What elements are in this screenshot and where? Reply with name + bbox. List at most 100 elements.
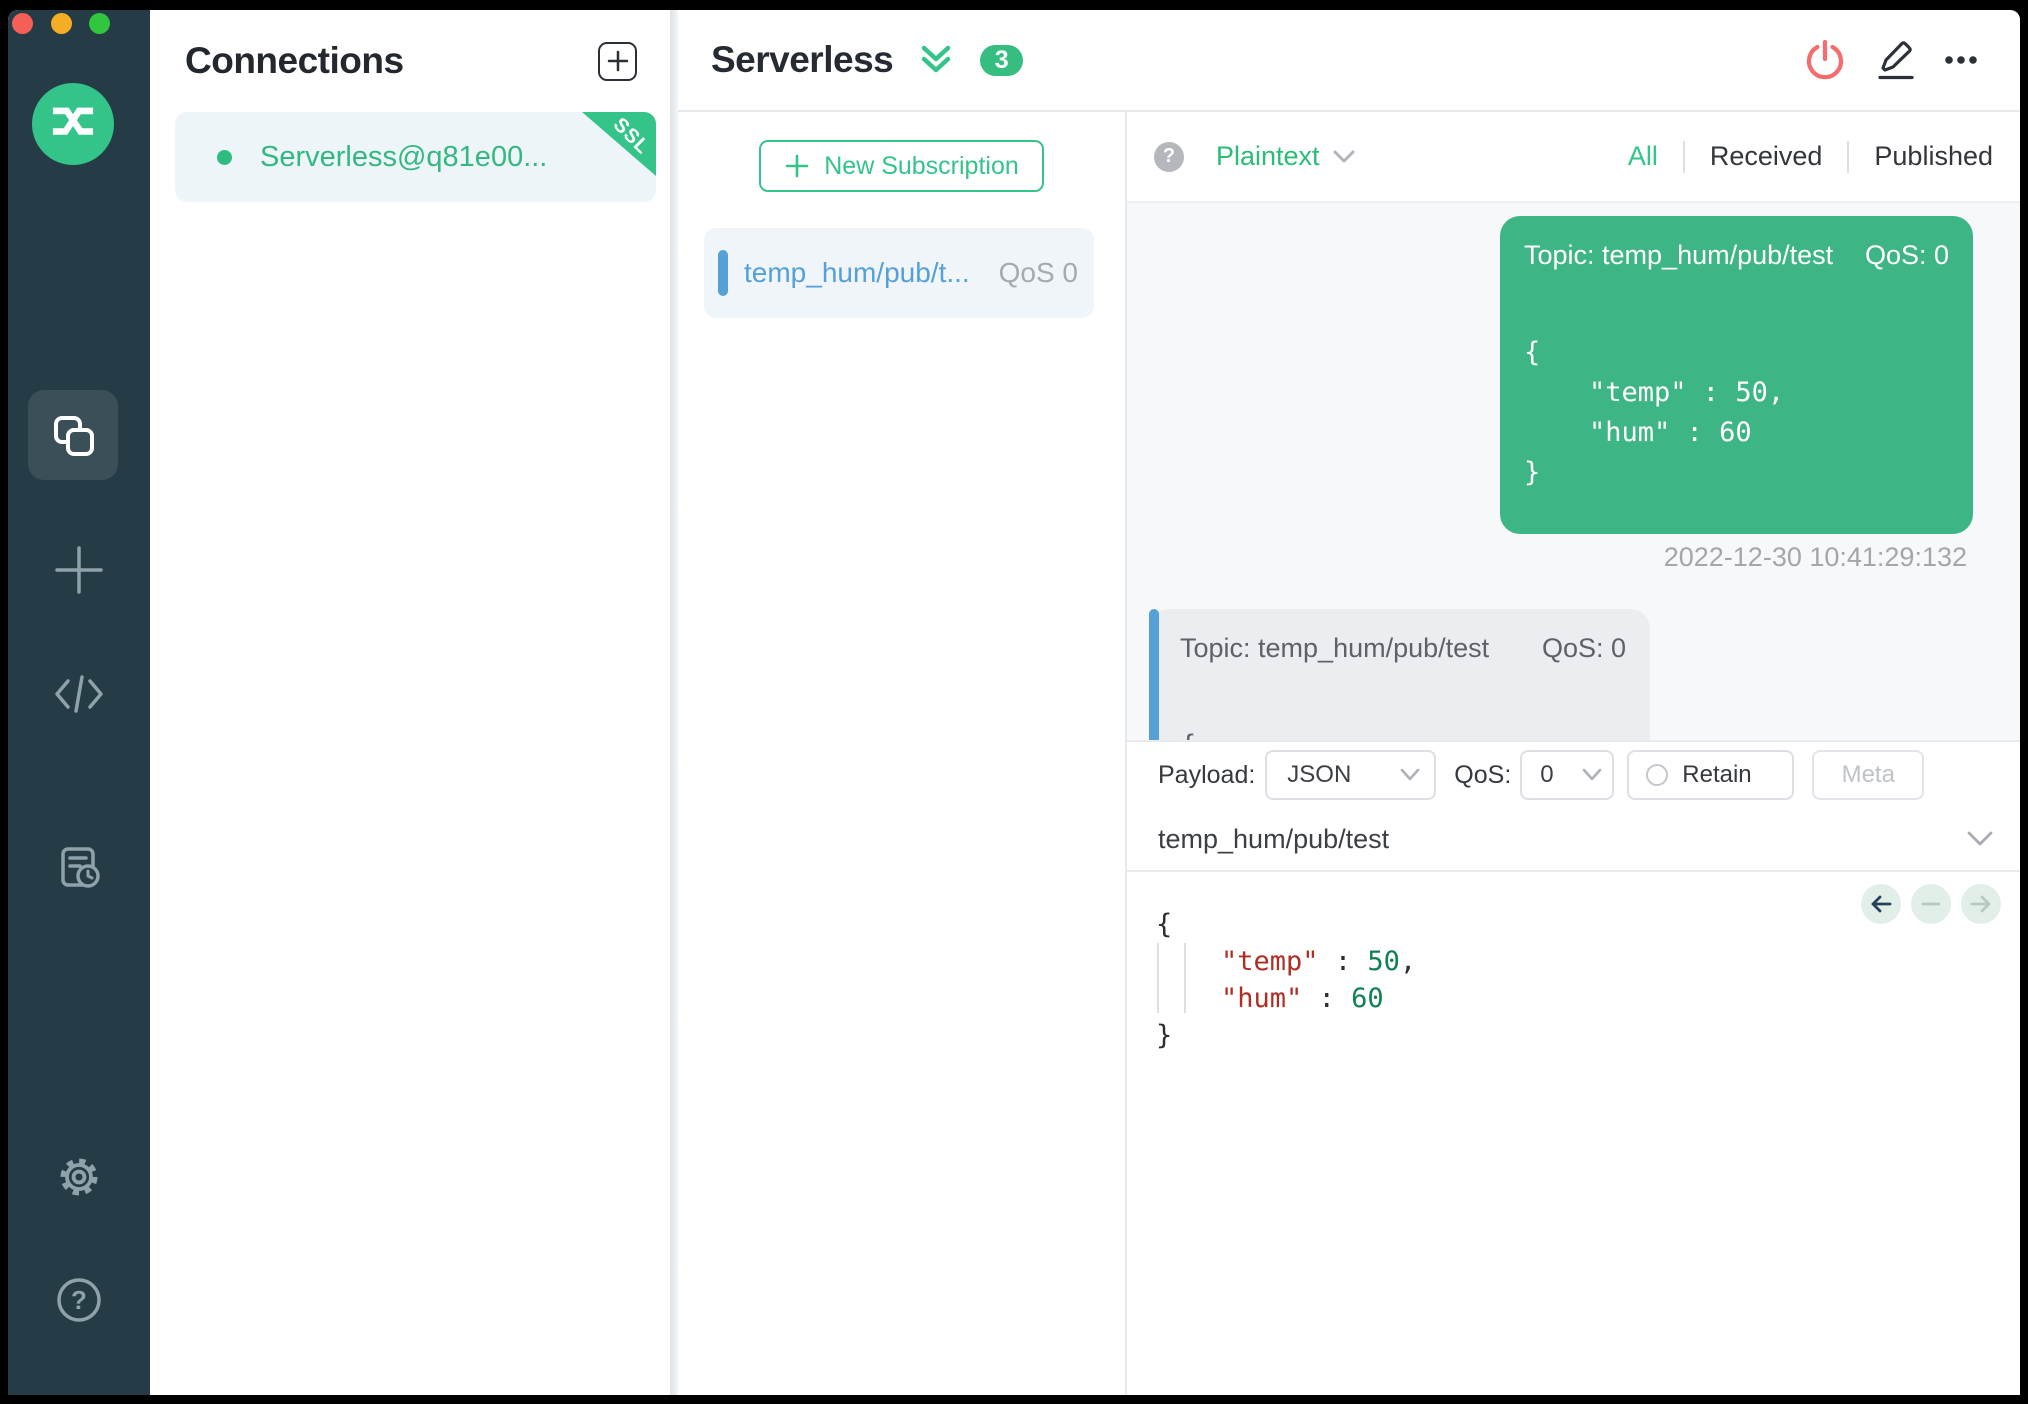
chevron-down-icon bbox=[1400, 768, 1420, 782]
message-format-value: Plaintext bbox=[1216, 141, 1320, 171]
add-connection-button[interactable] bbox=[598, 41, 637, 81]
publish-topic-row: temp_hum/pub/test bbox=[1127, 808, 2020, 872]
retain-radio[interactable] bbox=[1646, 764, 1669, 786]
code-line: "hum" : 60 bbox=[1221, 982, 1384, 1014]
code-icon bbox=[55, 675, 103, 713]
mqttx-logo bbox=[32, 83, 114, 165]
sidebar-help-button[interactable]: ? bbox=[8, 1276, 150, 1324]
connections-header: Connections bbox=[150, 10, 670, 112]
sidebar-settings-button[interactable] bbox=[8, 1153, 150, 1201]
new-subscription-label: New Subscription bbox=[824, 151, 1019, 180]
payload-format-select[interactable]: JSON bbox=[1265, 750, 1437, 800]
main-panel: Serverless 3 New Subscription temp_hum/p… bbox=[678, 10, 2020, 1395]
editor-code: { "temp" : 50, "hum" : 60 } bbox=[1156, 906, 1416, 1054]
sidebar-script-button[interactable] bbox=[8, 669, 150, 719]
editor-history-buttons bbox=[1861, 883, 2001, 924]
json-value: 50 bbox=[1367, 945, 1400, 977]
subscription-topic: temp_hum/pub/t... bbox=[744, 257, 970, 288]
tab-published[interactable]: Published bbox=[1874, 141, 1993, 172]
chevron-down-icon bbox=[1333, 150, 1355, 162]
connection-name: Serverless@q81e00... bbox=[260, 140, 548, 173]
mqttx-logo-glyph bbox=[52, 107, 94, 135]
header-actions bbox=[1802, 37, 1984, 83]
collapse-chevron-icon[interactable] bbox=[918, 44, 954, 76]
plus-icon bbox=[55, 546, 103, 594]
topic-chevron-icon[interactable] bbox=[1966, 830, 1994, 848]
json-key: "temp" bbox=[1221, 945, 1319, 977]
gear-icon bbox=[60, 1158, 98, 1196]
message-topic: Topic: temp_hum/pub/test bbox=[1180, 633, 1490, 663]
ellipsis-icon bbox=[1945, 56, 1977, 64]
disconnect-button[interactable] bbox=[1802, 37, 1848, 83]
panel-divider bbox=[670, 10, 678, 1395]
main-body: New Subscription temp_hum/pub/t... QoS 0… bbox=[678, 112, 2020, 1395]
message-filter-tabs: All Received Published bbox=[1628, 140, 1993, 173]
power-icon bbox=[1806, 39, 1844, 80]
code-line: "temp" : 50, bbox=[1221, 945, 1417, 977]
message-qos: QoS: 0 bbox=[1864, 240, 1949, 270]
connections-icon bbox=[54, 416, 94, 456]
sidebar-log-button[interactable] bbox=[8, 844, 150, 892]
code-line: { bbox=[1156, 908, 1173, 940]
message-header: Topic: temp_hum/pub/test QoS: 0 bbox=[1524, 240, 1949, 271]
published-message-bubble: Topic: temp_hum/pub/test QoS: 0 { "temp"… bbox=[1500, 216, 1973, 534]
payload-editor[interactable]: { "temp" : 50, "hum" : 60 } bbox=[1127, 871, 2020, 1395]
chevron-down-icon bbox=[1582, 768, 1602, 782]
history-forward-button[interactable] bbox=[1961, 883, 2001, 924]
subscription-item[interactable]: temp_hum/pub/t... QoS 0 bbox=[704, 228, 1094, 318]
json-key: "hum" bbox=[1221, 982, 1303, 1014]
retain-toggle[interactable]: Retain bbox=[1627, 750, 1795, 800]
subscription-qos: QoS 0 bbox=[998, 257, 1078, 288]
tab-all[interactable]: All bbox=[1628, 141, 1658, 172]
payload-label: Payload: bbox=[1158, 760, 1256, 789]
subscriptions-column: New Subscription temp_hum/pub/t... QoS 0 bbox=[678, 112, 1127, 1395]
message-count-badge: 3 bbox=[980, 44, 1024, 76]
message-topic: Topic: temp_hum/pub/test bbox=[1524, 240, 1834, 270]
traffic-close-button[interactable] bbox=[12, 13, 33, 34]
new-subscription-button[interactable]: New Subscription bbox=[759, 140, 1044, 192]
meta-button[interactable]: Meta bbox=[1812, 750, 1925, 800]
payload-help-icon[interactable]: ? bbox=[1154, 141, 1184, 172]
tab-divider bbox=[1682, 140, 1685, 173]
edit-connection-button[interactable] bbox=[1870, 37, 1916, 83]
messages-toolbar: ? Plaintext All Received Published bbox=[1127, 112, 2020, 203]
message-qos: QoS: 0 bbox=[1541, 633, 1626, 663]
message-header: Topic: temp_hum/pub/test QoS: 0 bbox=[1180, 633, 1626, 664]
history-back-button[interactable] bbox=[1861, 883, 1901, 924]
json-value: 60 bbox=[1351, 982, 1384, 1014]
publish-topic-input[interactable]: temp_hum/pub/test bbox=[1158, 824, 1966, 855]
messages-column: ? Plaintext All Received Published Topic… bbox=[1127, 112, 2020, 1395]
arrow-left-icon bbox=[1871, 895, 1892, 912]
app-window: ? Connections Serverless@q81e00... SSL S… bbox=[8, 10, 2020, 1395]
message-timestamp: 2022-12-30 10:41:29:132 bbox=[1663, 542, 1967, 572]
connection-item[interactable]: Serverless@q81e00... SSL bbox=[175, 112, 656, 202]
page-title: Serverless bbox=[711, 39, 894, 80]
plus-icon bbox=[785, 154, 809, 178]
qos-select[interactable]: 0 bbox=[1520, 750, 1615, 800]
sidebar-new-connection-button[interactable] bbox=[8, 544, 150, 596]
traffic-minimize-button[interactable] bbox=[51, 13, 72, 34]
retain-label: Retain bbox=[1682, 761, 1752, 788]
publish-options-row: Payload: JSON QoS: 0 Retain Meta bbox=[1127, 739, 2020, 809]
minus-icon bbox=[1921, 902, 1941, 905]
pencil-icon bbox=[1878, 41, 1914, 80]
qos-label: QoS: bbox=[1454, 760, 1512, 789]
message-format-select[interactable]: Plaintext bbox=[1216, 141, 1356, 172]
code-line: } bbox=[1156, 1019, 1173, 1051]
ssl-badge-label: SSL bbox=[608, 113, 654, 159]
message-payload: { "temp" : 50, "hum" : 60 } bbox=[1524, 337, 1785, 488]
connection-status-dot bbox=[217, 149, 232, 165]
connections-panel: Connections Serverless@q81e00... SSL bbox=[150, 10, 670, 1395]
traffic-zoom-button[interactable] bbox=[89, 13, 110, 34]
payload-format-value: JSON bbox=[1287, 761, 1352, 788]
tab-divider bbox=[1847, 140, 1850, 173]
sidebar-connections-button[interactable] bbox=[28, 390, 118, 480]
tab-received[interactable]: Received bbox=[1710, 141, 1823, 172]
history-current-button[interactable] bbox=[1911, 883, 1951, 924]
arrow-right-icon bbox=[1970, 895, 1991, 912]
main-header: Serverless 3 bbox=[678, 10, 2020, 112]
plus-icon bbox=[607, 50, 628, 72]
sidebar: ? bbox=[8, 10, 150, 1395]
qos-value: 0 bbox=[1540, 761, 1554, 788]
more-options-button[interactable] bbox=[1938, 37, 1984, 83]
